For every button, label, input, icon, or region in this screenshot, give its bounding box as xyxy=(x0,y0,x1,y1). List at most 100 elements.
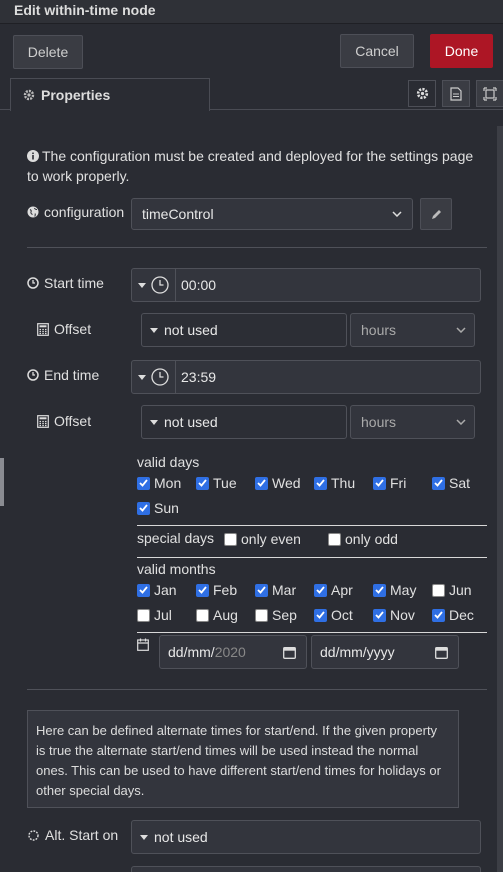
alt-start-select[interactable]: not used xyxy=(131,820,481,854)
month-checkbox-jan[interactable]: Jan xyxy=(137,582,177,598)
date-end-input[interactable]: dd/mm/yyyy xyxy=(311,635,459,669)
checkbox-box[interactable] xyxy=(373,476,386,490)
check-icon xyxy=(316,586,325,594)
delete-button[interactable]: Delete xyxy=(13,35,83,69)
done-button[interactable]: Done xyxy=(430,34,493,68)
gear-icon xyxy=(416,87,428,100)
checkbox-box[interactable] xyxy=(196,583,209,597)
alt-start-time-input[interactable] xyxy=(131,866,481,872)
config-info: The configuration must be created and de… xyxy=(27,146,487,186)
checkbox-box[interactable] xyxy=(137,476,150,490)
clock-icon xyxy=(151,276,169,294)
settings-tab-button[interactable] xyxy=(408,80,436,107)
caret-down-icon xyxy=(138,374,147,380)
config-info-text: The configuration must be created and de… xyxy=(27,148,474,184)
globe-icon xyxy=(27,206,39,218)
start-time-type-button[interactable] xyxy=(132,269,176,301)
sun-icon xyxy=(28,829,39,841)
checkbox-box[interactable] xyxy=(255,608,268,622)
divider xyxy=(27,689,487,690)
month-checkbox-dec[interactable]: Dec xyxy=(432,607,474,623)
check-icon xyxy=(434,479,443,487)
appearance-tab-button[interactable] xyxy=(476,80,503,107)
day-checkbox-sat[interactable]: Sat xyxy=(432,475,470,491)
end-offset-type-value: not used xyxy=(164,414,218,430)
chevron-down-icon xyxy=(456,419,466,425)
alt-start-label: Alt. Start on xyxy=(27,827,118,843)
valid-months-label: valid months xyxy=(137,561,216,577)
end-time-input[interactable]: 23:59 xyxy=(131,360,481,394)
resize-handle[interactable] xyxy=(0,458,4,506)
clock-icon xyxy=(27,369,39,381)
end-offset-type-select[interactable]: not used xyxy=(141,405,347,439)
month-checkbox-nov[interactable]: Nov xyxy=(373,607,415,623)
checkbox-box[interactable] xyxy=(432,583,445,597)
checkbox-box[interactable] xyxy=(432,608,445,622)
checkbox-box[interactable] xyxy=(373,583,386,597)
chevron-down-icon xyxy=(456,327,466,333)
checkbox-box[interactable] xyxy=(314,583,327,597)
month-checkbox-aug[interactable]: Aug xyxy=(196,607,238,623)
frame-icon xyxy=(483,86,497,101)
description-tab-button[interactable] xyxy=(442,80,470,107)
month-checkbox-mar[interactable]: Mar xyxy=(255,582,296,598)
checkbox-box[interactable] xyxy=(196,476,209,490)
checkbox-box[interactable] xyxy=(328,532,341,546)
day-checkbox-wed[interactable]: Wed xyxy=(255,475,301,491)
day-checkbox-thu[interactable]: Thu xyxy=(314,475,355,491)
check-icon xyxy=(198,586,207,594)
check-icon xyxy=(257,586,266,594)
checkbox-box[interactable] xyxy=(196,608,209,622)
month-checkbox-oct[interactable]: Oct xyxy=(314,607,353,623)
month-checkbox-apr[interactable]: Apr xyxy=(314,582,353,598)
edit-config-button[interactable] xyxy=(420,198,452,230)
only-even-checkbox[interactable]: only even xyxy=(224,531,301,547)
month-checkbox-jul[interactable]: Jul xyxy=(137,607,172,623)
date-start-input[interactable]: dd/mm/2020 xyxy=(159,635,307,669)
check-icon xyxy=(316,611,325,619)
calculator-icon xyxy=(37,322,49,336)
end-offset-label: Offset xyxy=(37,413,91,429)
month-checkbox-sep[interactable]: Sep xyxy=(255,607,297,623)
tab-properties[interactable]: Properties xyxy=(10,78,210,111)
check-icon xyxy=(434,611,443,619)
valid-days-label: valid days xyxy=(137,454,200,470)
only-odd-checkbox[interactable]: only odd xyxy=(328,531,398,547)
checkbox-box[interactable] xyxy=(314,608,327,622)
start-offset-unit-select[interactable]: hours xyxy=(350,313,475,347)
checkbox-box[interactable] xyxy=(137,583,150,597)
check-icon xyxy=(139,586,148,594)
checkbox-box[interactable] xyxy=(255,583,268,597)
end-offset-unit-select[interactable]: hours xyxy=(350,405,475,439)
caret-down-icon xyxy=(150,327,158,333)
checkbox-box[interactable] xyxy=(314,476,327,490)
scrollbar[interactable] xyxy=(497,126,503,872)
day-checkbox-sun[interactable]: Sun xyxy=(137,500,179,516)
check-icon xyxy=(139,504,148,512)
checkbox-box[interactable] xyxy=(224,532,237,546)
months-divider xyxy=(137,632,487,633)
start-time-input[interactable]: 00:00 xyxy=(131,268,481,302)
start-offset-label: Offset xyxy=(37,321,91,337)
checkbox-box[interactable] xyxy=(255,476,268,490)
checkbox-box[interactable] xyxy=(432,476,445,490)
end-time-type-button[interactable] xyxy=(132,361,176,393)
checkbox-box[interactable] xyxy=(137,501,150,515)
month-checkbox-jun[interactable]: Jun xyxy=(432,582,472,598)
day-checkbox-mon[interactable]: Mon xyxy=(137,475,181,491)
configuration-select[interactable]: timeControl xyxy=(131,198,413,230)
start-offset-type-value: not used xyxy=(164,322,218,338)
day-checkbox-fri[interactable]: Fri xyxy=(373,475,406,491)
day-checkbox-tue[interactable]: Tue xyxy=(196,475,237,491)
start-time-value: 00:00 xyxy=(181,277,217,293)
cog-icon xyxy=(23,89,35,101)
alt-times-info: Here can be defined alternate times for … xyxy=(27,710,459,808)
end-offset-unit-value: hours xyxy=(361,414,397,430)
cancel-button[interactable]: Cancel xyxy=(340,34,414,68)
start-offset-type-select[interactable]: not used xyxy=(141,313,347,347)
checkbox-box[interactable] xyxy=(373,608,386,622)
month-checkbox-feb[interactable]: Feb xyxy=(196,582,237,598)
caret-down-icon xyxy=(138,282,147,288)
checkbox-box[interactable] xyxy=(137,608,150,622)
month-checkbox-may[interactable]: May xyxy=(373,582,416,598)
